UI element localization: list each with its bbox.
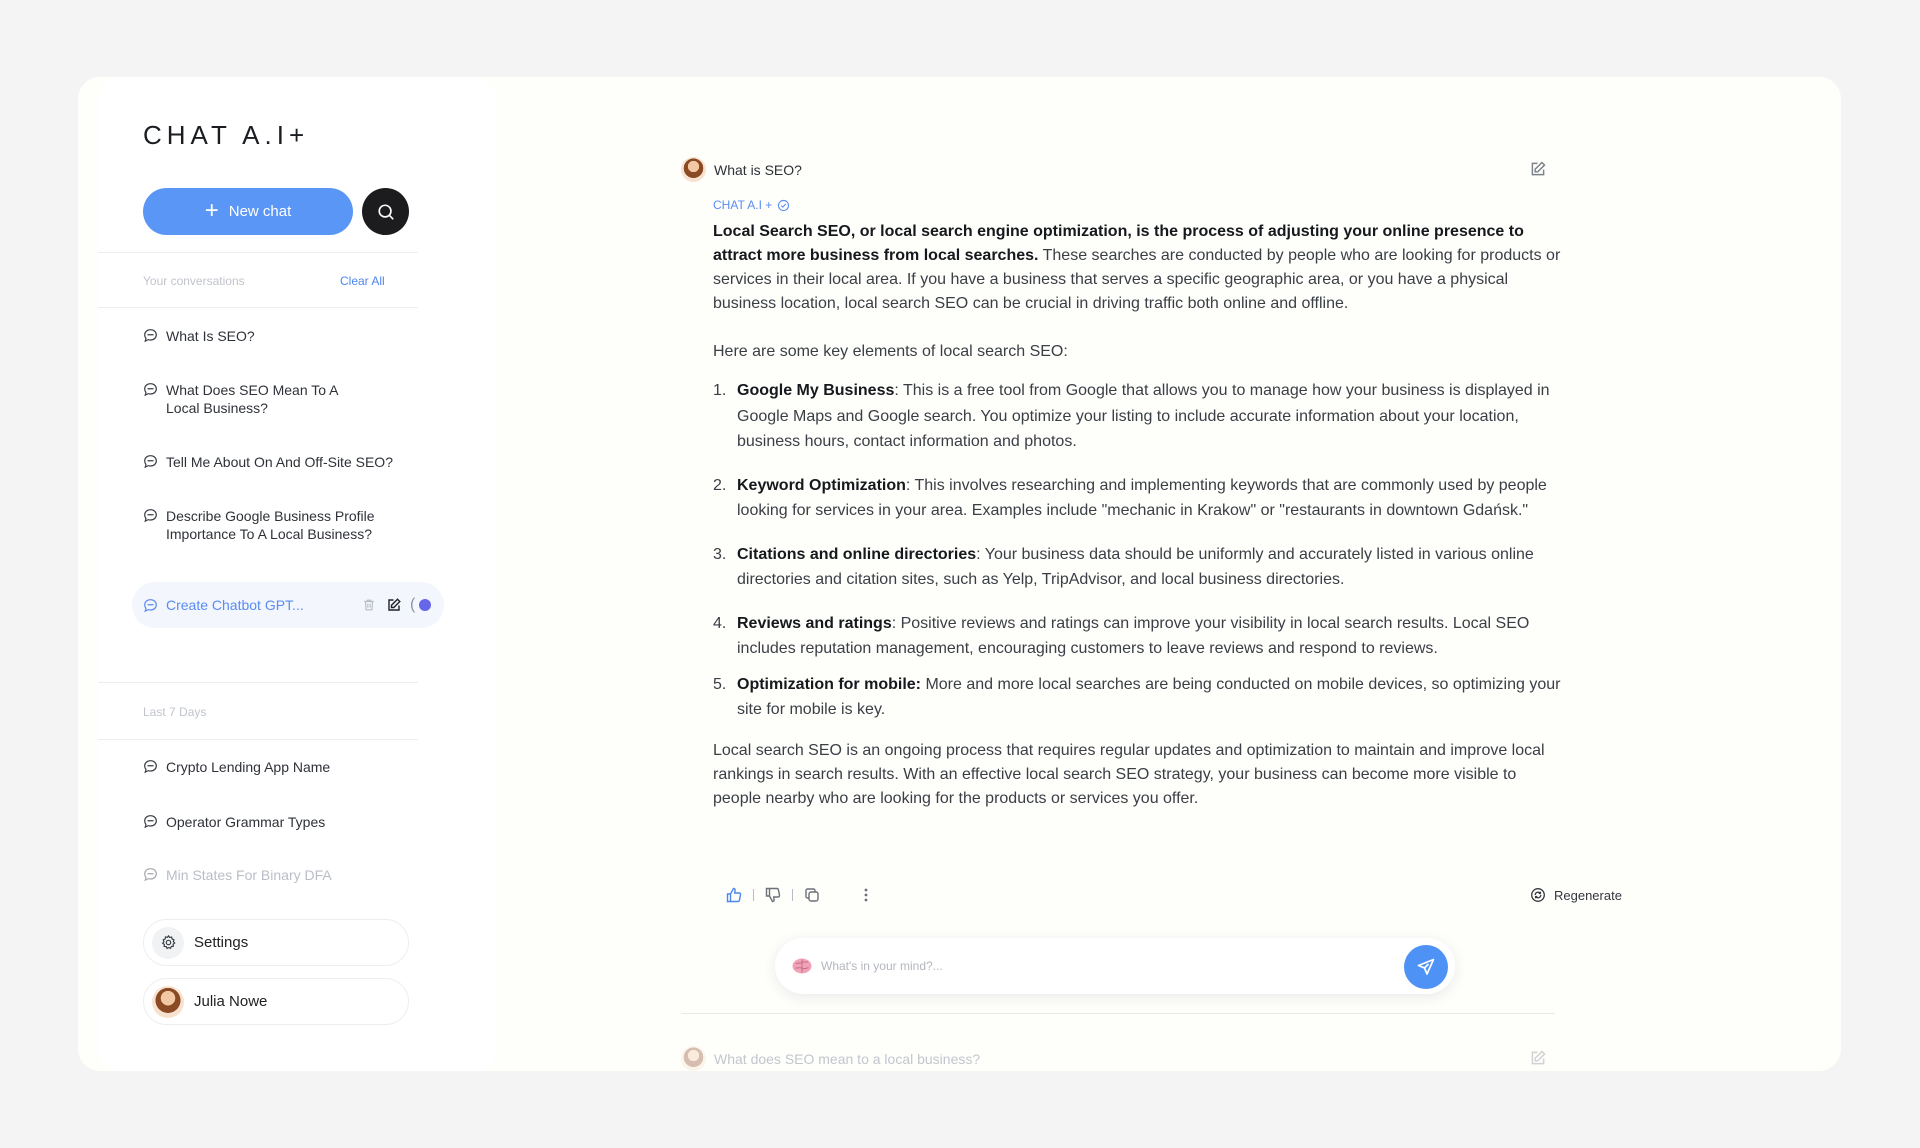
avatar [681,1046,706,1071]
message-divider [681,1013,1555,1014]
answer-intro: Local Search SEO, or local search engine… [713,220,1565,316]
sidebar: CHAT A.I+ + New chat Your conversations … [98,77,496,1071]
send-icon [1417,958,1435,975]
chat-bubble-icon [144,455,157,469]
chat-bubble-icon [144,815,157,829]
divider [98,307,418,308]
list-number: 5. [713,675,727,693]
status-dot [419,599,432,611]
clear-all-button[interactable]: Clear All [340,274,385,288]
chat-bubble-icon [144,868,157,882]
list-item-title: Optimization for mobile: [737,675,921,693]
plus-icon: + [204,196,219,224]
regenerate-icon [1531,888,1545,902]
list-item-title: Citations and online directories [737,545,977,563]
new-chat-button[interactable]: + New chat [143,188,353,235]
conversation-title: Min States For Binary DFA [166,867,332,883]
bot-label: CHAT A.I + [713,198,790,212]
divider [98,739,418,740]
conversations-heading: Your conversations [143,274,245,288]
list-number: 3. [713,545,727,563]
regenerate-label: Regenerate [1554,887,1622,903]
app-window: CHAT A.I+ + New chat Your conversations … [78,77,1841,1071]
search-icon [377,203,394,220]
list-number: 2. [713,476,727,494]
conversation-title: Operator Grammar Types [166,814,326,830]
thumbs-down-icon[interactable] [764,886,782,904]
send-button[interactable] [1404,945,1448,989]
answer-conclusion: Local search SEO is an ongoing process t… [713,741,1545,807]
conversation-item[interactable]: Tell Me About On And Off-Site SEO? [143,453,393,471]
separator [792,889,793,901]
chat-bubble-icon [144,509,157,523]
trash-icon[interactable] [362,598,376,612]
list-item: 3. Citations and online directories: Your… [713,542,1565,593]
conversation-title: Describe Google Business Profile Importa… [166,508,375,542]
avatar [681,157,706,182]
conversation-title: What Is SEO? [166,328,255,344]
user-name: Julia Nowe [194,993,268,1010]
separator [753,889,754,901]
conversation-item[interactable]: Describe Google Business Profile Importa… [143,507,403,543]
conversation-item[interactable]: What Does SEO Mean To A Local Business? [143,381,363,417]
user-profile-button[interactable]: Julia Nowe [143,978,409,1025]
list-item: 5. Optimization for mobile: More and more… [713,672,1565,723]
active-conversation[interactable]: Create Chatbot GPT... ( [132,582,444,628]
user-question: What does SEO mean to a local business? [714,1050,981,1067]
message-input[interactable] [821,959,1381,973]
chat-bubble-icon [144,383,157,397]
assistant-answer: Local Search SEO, or local search engine… [713,220,1565,811]
gear-icon [152,926,184,959]
copy-icon[interactable] [803,886,821,904]
conversation-title: Tell Me About On And Off-Site SEO? [166,454,393,470]
list-number: 1. [713,382,727,399]
settings-label: Settings [194,934,249,951]
conversation-title: Crypto Lending App Name [166,759,331,775]
last-7-days-heading: Last 7 Days [143,705,207,719]
list-intro: Here are some key elements of local sear… [713,343,1068,360]
conversation-item[interactable]: Crypto Lending App Name [143,758,330,776]
avatar [152,985,184,1018]
list-item: 4. Reviews and ratings: Positive reviews … [713,611,1565,662]
answer-actions [725,886,873,904]
chat-bubble-icon [144,760,157,774]
conversation-item[interactable]: What Is SEO? [143,327,255,345]
user-message: What does SEO mean to a local business? [681,1046,980,1071]
conversation-item[interactable]: Operator Grammar Types [143,813,325,831]
brain-icon [792,958,812,974]
list-item-title: Reviews and ratings [737,614,892,632]
list-item-title: Keyword Optimization [737,476,906,494]
chat-bubble-icon [144,598,157,612]
edit-icon[interactable] [386,597,402,613]
new-chat-label: New chat [228,203,292,220]
verified-icon [778,199,790,211]
more-vertical-icon[interactable] [859,886,873,904]
user-question: What is SEO? [714,161,802,178]
list-item-title: Google My Business [737,382,895,399]
settings-button[interactable]: Settings [143,919,409,966]
edit-icon[interactable] [1529,1049,1547,1067]
user-message: What is SEO? [681,157,802,182]
regenerate-button[interactable]: Regenerate [1530,887,1622,903]
search-button[interactable] [362,188,409,235]
bot-name: CHAT A.I + [713,198,773,212]
collapse-handle[interactable]: ( [410,596,415,614]
chat-bubble-icon [144,329,157,343]
key-elements-list: 1. Google My Business: This is a free too… [713,378,1565,723]
thumbs-up-icon[interactable] [725,886,743,904]
list-number: 4. [713,614,727,632]
list-item: 2. Keyword Optimization: This involves re… [713,473,1565,524]
edit-icon[interactable] [1529,160,1547,178]
divider [98,252,418,253]
list-item: 1. Google My Business: This is a free too… [713,378,1565,455]
message-composer [775,938,1455,994]
active-conversation-title: Create Chatbot GPT... [166,597,304,613]
divider [98,682,418,683]
app-logo: CHAT A.I+ [143,120,310,150]
conversation-item[interactable]: Min States For Binary DFA [143,866,332,884]
conversation-title: What Does SEO Mean To A Local Business? [166,382,338,416]
